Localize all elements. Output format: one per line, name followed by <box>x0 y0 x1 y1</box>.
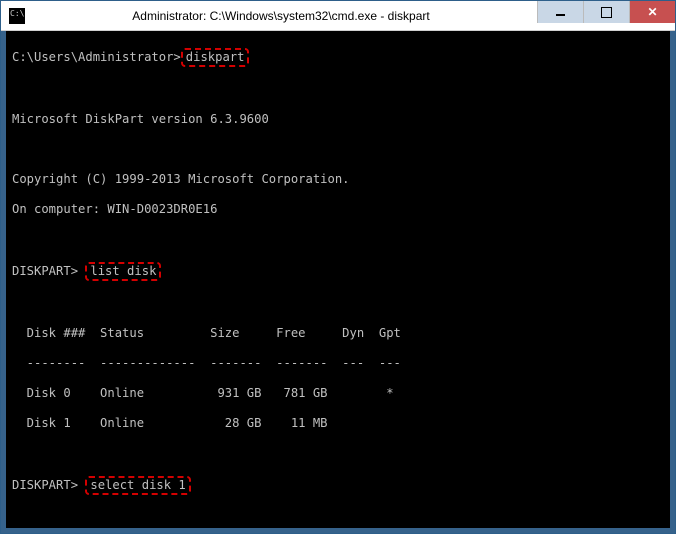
cmd-list-disk: list disk <box>85 262 161 281</box>
dp-prompt: DISKPART> <box>12 264 85 278</box>
cmd-select-disk: select disk 1 <box>85 476 190 495</box>
version-line: Microsoft DiskPart version 6.3.9600 <box>12 112 666 127</box>
window-buttons <box>537 1 675 30</box>
prompt-line: C:\Users\Administrator>diskpart <box>12 48 666 67</box>
cmd-icon <box>9 8 25 24</box>
minimize-button[interactable] <box>537 1 583 23</box>
disk-table-divider: -------- ------------- ------- ------- -… <box>12 356 666 371</box>
path-prompt: C:\Users\Administrator> <box>12 50 181 64</box>
terminal-area[interactable]: C:\Users\Administrator>diskpart Microsof… <box>1 31 675 533</box>
window-title: Administrator: C:\Windows\system32\cmd.e… <box>25 9 537 23</box>
disk-row-1: Disk 1 Online 28 GB 11 MB <box>12 416 666 431</box>
cmd-diskpart: diskpart <box>181 48 250 67</box>
copyright-line: Copyright (C) 1999-2013 Microsoft Corpor… <box>12 172 666 187</box>
computer-line: On computer: WIN-D0023DR0E16 <box>12 202 666 217</box>
prompt-select-disk: DISKPART> select disk 1 <box>12 476 666 495</box>
disk-table-header: Disk ### Status Size Free Dyn Gpt <box>12 326 666 341</box>
prompt-list-disk: DISKPART> list disk <box>12 262 666 281</box>
dp-prompt: DISKPART> <box>12 478 85 492</box>
titlebar[interactable]: Administrator: C:\Windows\system32\cmd.e… <box>1 1 675 31</box>
cmd-window: Administrator: C:\Windows\system32\cmd.e… <box>0 0 676 534</box>
close-button[interactable] <box>629 1 675 23</box>
disk-row-0: Disk 0 Online 931 GB 781 GB * <box>12 386 666 401</box>
maximize-button[interactable] <box>583 1 629 23</box>
